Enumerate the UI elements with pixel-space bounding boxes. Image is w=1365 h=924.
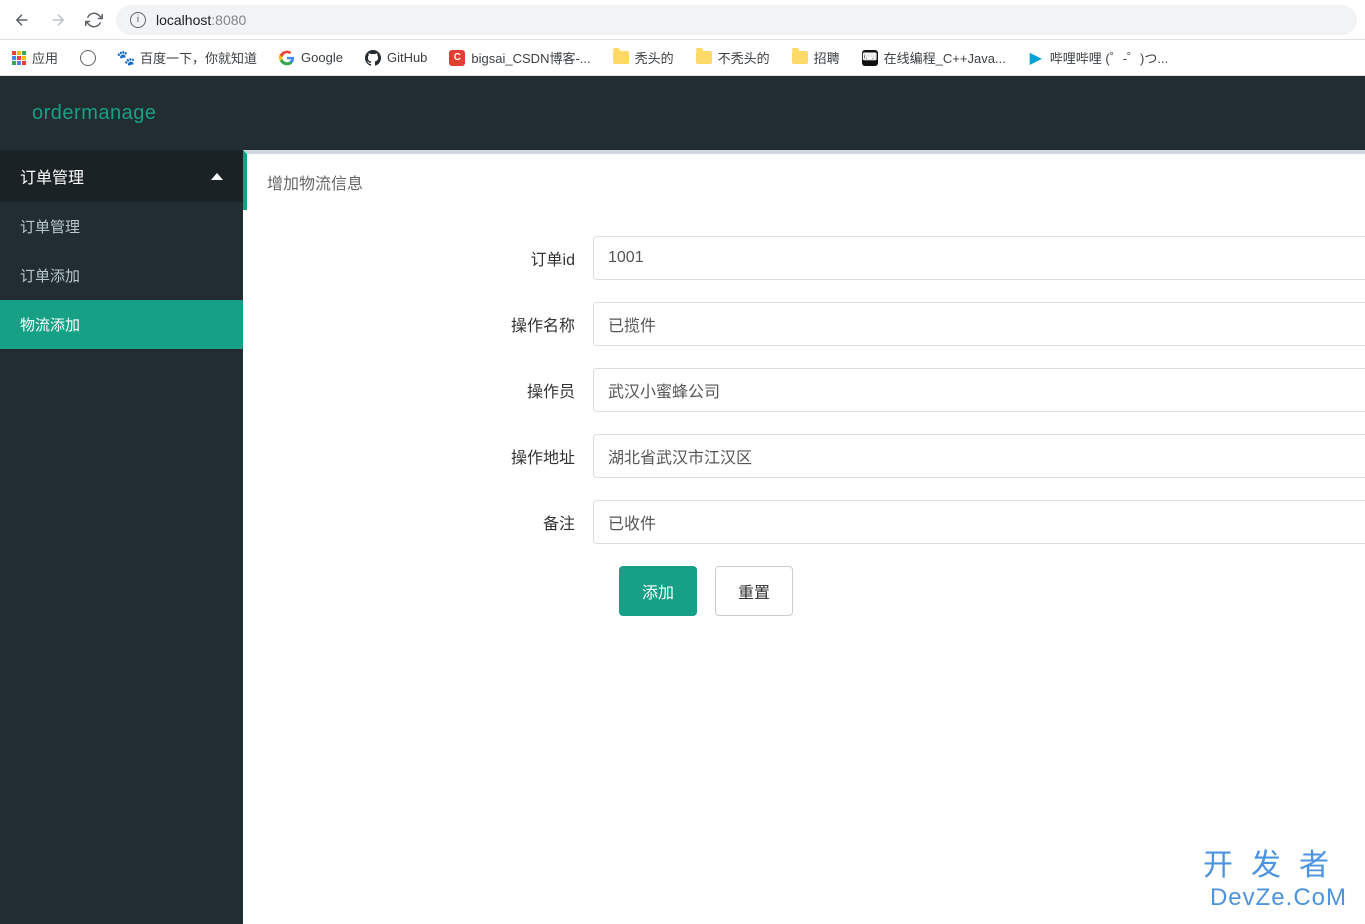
input-operator[interactable] — [593, 368, 1365, 412]
bookmark-apps[interactable]: 应用 — [12, 48, 58, 67]
globe-icon — [80, 50, 96, 66]
sidebar-group-orders[interactable]: 订单管理 — [0, 150, 243, 202]
reset-button[interactable]: 重置 — [715, 566, 793, 616]
code-icon: ⌨ — [862, 50, 878, 66]
sidebar-item-order-manage[interactable]: 订单管理 — [0, 202, 243, 251]
bookmark-csdn[interactable]: Cbigsai_CSDN博客-... — [449, 48, 590, 67]
watermark: 开发者 DevZe.CoM — [1203, 840, 1347, 912]
bookmark-folder-recruit[interactable]: 招聘 — [792, 48, 840, 67]
sidebar: 订单管理 订单管理 订单添加 物流添加 — [0, 150, 243, 924]
watermark-line1: 开发者 — [1203, 840, 1347, 884]
url-bar[interactable]: i localhost:8080 — [116, 5, 1357, 35]
form-panel: 订单id 操作名称 操作员 操作地址 备注 添加 重置 — [243, 210, 1365, 924]
url-text: localhost:8080 — [156, 12, 246, 28]
github-icon — [365, 50, 381, 66]
browser-nav-bar: i localhost:8080 — [0, 0, 1365, 40]
folder-icon — [792, 51, 808, 64]
bookmarks-bar: 应用 🐾百度一下，你就知道 Google GitHub Cbigsai_CSDN… — [0, 40, 1365, 76]
bookmark-baidu[interactable]: 🐾百度一下，你就知道 — [118, 48, 257, 67]
chevron-up-icon — [211, 173, 223, 180]
app-header: ordermanage — [0, 76, 1365, 150]
submit-button[interactable]: 添加 — [619, 566, 697, 616]
label-order-id: 订单id — [243, 246, 593, 270]
label-remark: 备注 — [243, 510, 593, 534]
input-op-addr[interactable] — [593, 434, 1365, 478]
panel-title: 增加物流信息 — [243, 150, 1365, 210]
bookmark-google[interactable]: Google — [279, 50, 343, 66]
folder-icon — [613, 51, 629, 64]
bookmark-bilibili[interactable]: ▶哔哩哔哩 (゜-゜)つ... — [1028, 48, 1168, 67]
label-op-addr: 操作地址 — [243, 444, 593, 468]
label-operator: 操作员 — [243, 378, 593, 402]
google-icon — [279, 50, 295, 66]
input-op-name[interactable] — [593, 302, 1365, 346]
bookmark-folder-notbald[interactable]: 不秃头的 — [696, 48, 770, 67]
brand-logo[interactable]: ordermanage — [32, 102, 156, 125]
bookmark-github[interactable]: GitHub — [365, 50, 427, 66]
sidebar-item-logistics-add[interactable]: 物流添加 — [0, 300, 243, 349]
bookmark-folder-bald[interactable]: 秃头的 — [613, 48, 674, 67]
apps-icon — [12, 51, 26, 65]
label-op-name: 操作名称 — [243, 312, 593, 336]
folder-icon — [696, 51, 712, 64]
csdn-icon: C — [449, 50, 465, 66]
back-button[interactable] — [8, 6, 36, 34]
bilibili-icon: ▶ — [1028, 50, 1044, 66]
forward-button[interactable] — [44, 6, 72, 34]
sidebar-group-label: 订单管理 — [20, 164, 84, 188]
info-icon: i — [130, 12, 146, 28]
reload-button[interactable] — [80, 6, 108, 34]
input-order-id[interactable] — [593, 236, 1365, 280]
baidu-icon: 🐾 — [118, 50, 134, 66]
bookmark-globe[interactable] — [80, 50, 96, 66]
input-remark[interactable] — [593, 500, 1365, 544]
bookmark-onlinecode[interactable]: ⌨在线编程_C++Java... — [862, 48, 1006, 67]
sidebar-item-order-add[interactable]: 订单添加 — [0, 251, 243, 300]
main-content: 增加物流信息 订单id 操作名称 操作员 操作地址 备注 — [243, 150, 1365, 924]
watermark-line2: DevZe.CoM — [1203, 884, 1347, 912]
